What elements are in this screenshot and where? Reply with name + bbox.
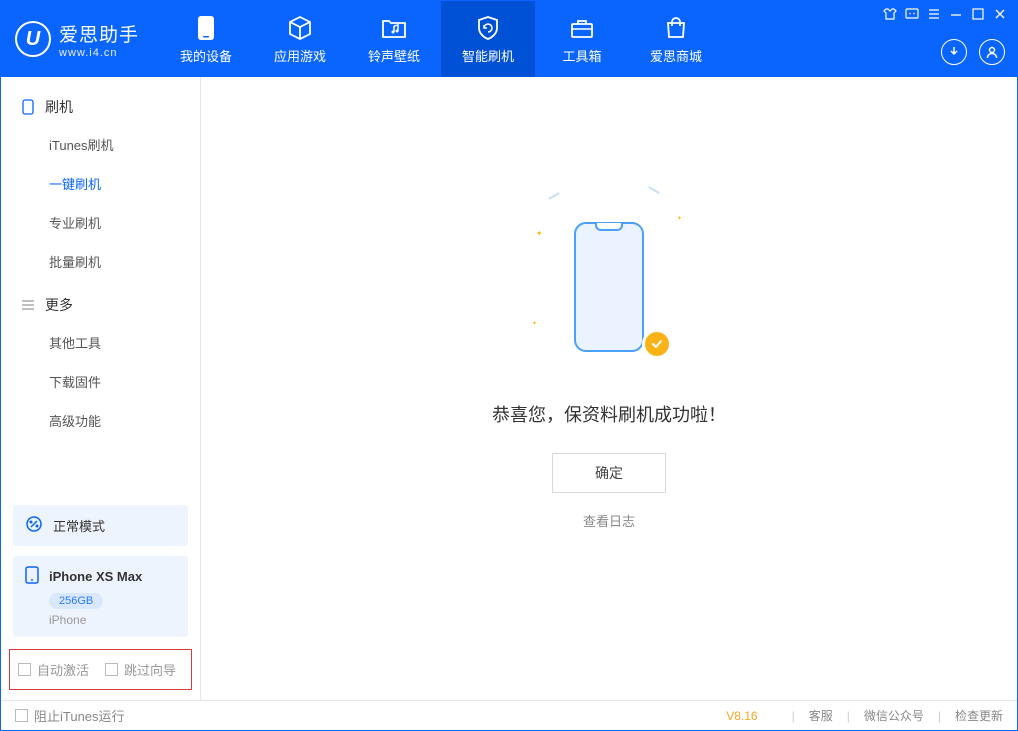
bag-icon bbox=[662, 14, 690, 42]
main-content: ✦✦✦ 恭喜您，保资料刷机成功啦！ 确定 查看日志 bbox=[201, 77, 1017, 700]
tab-label: 爱思商城 bbox=[650, 46, 702, 65]
tab-label: 我的设备 bbox=[180, 46, 232, 65]
tab-label: 铃声壁纸 bbox=[368, 46, 420, 65]
sidebar-section-more: 更多 bbox=[1, 287, 200, 323]
device-mode-card[interactable]: 正常模式 bbox=[13, 505, 188, 546]
toolbox-icon bbox=[568, 14, 596, 42]
sidebar-item-advanced[interactable]: 高级功能 bbox=[1, 401, 200, 440]
sidebar-item-firmware[interactable]: 下载固件 bbox=[1, 362, 200, 401]
version-label: V8.16 bbox=[726, 709, 757, 723]
close-icon[interactable] bbox=[993, 7, 1007, 21]
sidebar-item-other-tools[interactable]: 其他工具 bbox=[1, 323, 200, 362]
shirt-icon[interactable] bbox=[883, 7, 897, 21]
sidebar-section-label: 更多 bbox=[45, 295, 73, 315]
sidebar-item-onekey-flash[interactable]: 一键刷机 bbox=[1, 164, 200, 203]
success-illustration: ✦✦✦ bbox=[554, 197, 664, 377]
mode-icon bbox=[25, 515, 43, 536]
device-storage-badge: 256GB bbox=[49, 593, 103, 609]
status-bar: 阻止iTunes运行 V8.16 | 客服 | 微信公众号 | 检查更新 bbox=[1, 700, 1017, 730]
sidebar: 刷机 iTunes刷机 一键刷机 专业刷机 批量刷机 更多 其他工具 下载固件 … bbox=[1, 77, 201, 700]
device-card[interactable]: iPhone XS Max 256GB iPhone bbox=[13, 556, 188, 637]
app-logo: U 爱思助手 www.i4.cn bbox=[1, 1, 159, 77]
check-update-link[interactable]: 检查更新 bbox=[955, 707, 1003, 724]
tab-toolbox[interactable]: 工具箱 bbox=[535, 1, 629, 77]
sidebar-section-flash: 刷机 bbox=[1, 89, 200, 125]
logo-icon: U bbox=[15, 21, 51, 57]
check-badge-icon bbox=[642, 329, 672, 359]
view-log-link[interactable]: 查看日志 bbox=[583, 511, 635, 530]
device-type: iPhone bbox=[49, 613, 176, 627]
support-link[interactable]: 客服 bbox=[809, 707, 833, 724]
menu-icon[interactable] bbox=[927, 7, 941, 21]
phone-icon bbox=[25, 566, 39, 587]
window-controls bbox=[883, 7, 1007, 21]
app-header: U 爱思助手 www.i4.cn 我的设备 应用游戏 铃声壁纸 智能刷机 工具箱 bbox=[1, 1, 1017, 77]
checkbox-auto-activate[interactable]: 自动激活 bbox=[18, 660, 89, 679]
success-message: 恭喜您，保资料刷机成功啦！ bbox=[492, 401, 726, 427]
sidebar-item-itunes-flash[interactable]: iTunes刷机 bbox=[1, 125, 200, 164]
ok-button[interactable]: 确定 bbox=[552, 453, 666, 493]
checkbox-label: 跳过向导 bbox=[124, 660, 176, 679]
header-actions bbox=[941, 39, 1005, 65]
tab-label: 工具箱 bbox=[563, 46, 602, 65]
highlighted-options: 自动激活 跳过向导 bbox=[9, 649, 192, 690]
shield-refresh-icon bbox=[474, 14, 502, 42]
checkbox-skip-setup[interactable]: 跳过向导 bbox=[105, 660, 176, 679]
user-icon[interactable] bbox=[979, 39, 1005, 65]
maximize-icon[interactable] bbox=[971, 7, 985, 21]
sidebar-item-pro-flash[interactable]: 专业刷机 bbox=[1, 203, 200, 242]
list-icon bbox=[21, 298, 35, 312]
minimize-icon[interactable] bbox=[949, 7, 963, 21]
music-folder-icon bbox=[380, 14, 408, 42]
checkbox-block-itunes[interactable]: 阻止iTunes运行 bbox=[15, 706, 125, 725]
feedback-icon[interactable] bbox=[905, 7, 919, 21]
tab-store[interactable]: 爱思商城 bbox=[629, 1, 723, 77]
wechat-link[interactable]: 微信公众号 bbox=[864, 707, 924, 724]
tab-ringtone[interactable]: 铃声壁纸 bbox=[347, 1, 441, 77]
checkbox-label: 阻止iTunes运行 bbox=[34, 706, 125, 725]
app-title: 爱思助手 bbox=[59, 20, 139, 47]
device-icon bbox=[192, 14, 220, 42]
app-subtitle: www.i4.cn bbox=[59, 47, 139, 59]
download-icon[interactable] bbox=[941, 39, 967, 65]
sidebar-section-label: 刷机 bbox=[45, 97, 73, 117]
checkbox-label: 自动激活 bbox=[37, 660, 89, 679]
tab-label: 智能刷机 bbox=[462, 46, 514, 65]
header-tabs: 我的设备 应用游戏 铃声壁纸 智能刷机 工具箱 爱思商城 bbox=[159, 1, 723, 77]
tab-my-device[interactable]: 我的设备 bbox=[159, 1, 253, 77]
sidebar-item-batch-flash[interactable]: 批量刷机 bbox=[1, 242, 200, 281]
device-name: iPhone XS Max bbox=[49, 569, 142, 584]
tab-apps[interactable]: 应用游戏 bbox=[253, 1, 347, 77]
device-mode-label: 正常模式 bbox=[53, 516, 105, 535]
tab-label: 应用游戏 bbox=[274, 46, 326, 65]
tab-smart-flash[interactable]: 智能刷机 bbox=[441, 1, 535, 77]
phone-outline-icon bbox=[21, 100, 35, 114]
cube-icon bbox=[286, 14, 314, 42]
